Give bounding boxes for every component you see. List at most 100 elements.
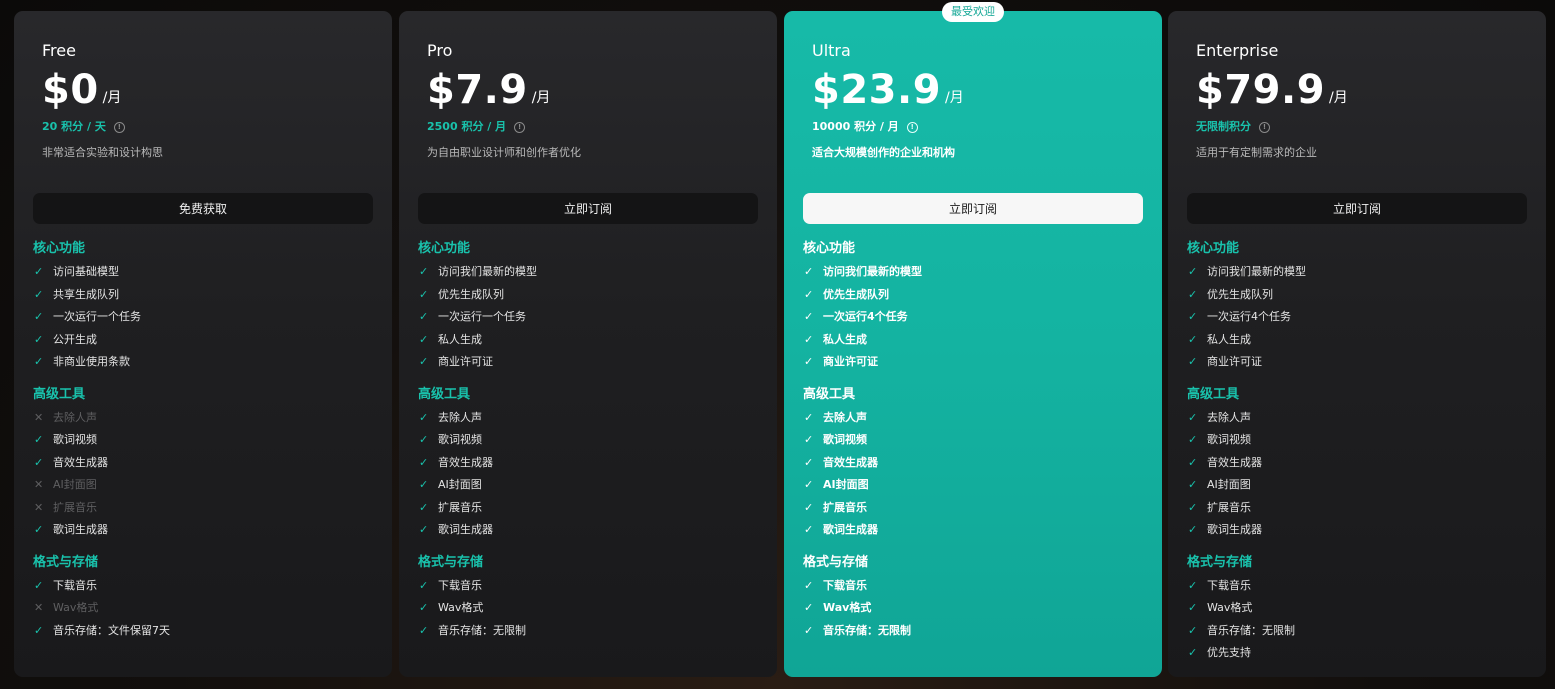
check-icon: ✓	[1188, 601, 1198, 615]
feature-section-advanced: 高级工具 ✓ 去除人声 ✓ 歌词视频 ✓ 音效生成器 ✓ AI封面图 ✓ 扩展音乐 ✓ 歌词…	[1187, 385, 1536, 542]
feature-label: AI封面图	[438, 478, 482, 492]
check-icon: ✓	[1188, 478, 1198, 492]
feature-label: 音乐存储：无限制	[438, 623, 526, 637]
feature-label: 优先支持	[1207, 646, 1251, 660]
section-title: 格式与存储	[418, 554, 484, 570]
check-icon: ✓	[34, 523, 44, 537]
check-icon: ✓	[1188, 500, 1198, 514]
section-title: 格式与存储	[1187, 554, 1253, 570]
feature-section-storage: 格式与存储 ✓ 下载音乐 ✕ Wav格式 ✓ 音乐存储：文件保留7天	[33, 553, 382, 643]
feature-label: 私人生成	[823, 332, 867, 346]
feature-label: 访问我们最新的模型	[823, 265, 922, 279]
feature-item: ✓ 扩展音乐	[418, 497, 767, 520]
feature-label: 歌词视频	[1207, 433, 1251, 447]
feature-item: ✓ Wav格式	[803, 597, 1152, 620]
feature-item: ✓ 歌词视频	[418, 429, 767, 452]
feature-label: 歌词生成器	[53, 523, 108, 537]
feature-section-storage: 格式与存储 ✓ 下载音乐 ✓ Wav格式 ✓ 音乐存储：无限制 ✓ 优先支持	[1187, 553, 1536, 665]
check-icon: ✓	[804, 455, 814, 469]
check-icon: ✓	[804, 500, 814, 514]
feature-item: ✓ 私人生成	[418, 329, 767, 352]
check-icon: ✓	[804, 332, 814, 346]
feature-item: ✓ 优先支持	[1187, 642, 1536, 665]
section-title: 高级工具	[803, 386, 856, 402]
feature-item: ✓ 商业许可证	[1187, 351, 1536, 374]
feature-item: ✓ Wav格式	[1187, 597, 1536, 620]
feature-item: ✓ Wav格式	[418, 597, 767, 620]
credits-text: 无限制积分	[1196, 120, 1251, 133]
feature-label: 商业许可证	[1207, 355, 1262, 369]
feature-label: 下载音乐	[53, 578, 97, 592]
section-title: 核心功能	[803, 241, 856, 256]
feature-label: 去除人声	[1207, 410, 1251, 424]
feature-label: 优先生成队列	[438, 287, 504, 301]
feature-label: Wav格式	[438, 601, 484, 615]
feature-item: ✓ 一次运行一个任务	[33, 306, 382, 329]
feature-list: 核心功能 ✓ 访问我们最新的模型 ✓ 优先生成队列 ✓ 一次运行4个任务 ✓ 私人生成 …	[803, 239, 1152, 653]
feature-item: ✓ 公开生成	[33, 329, 382, 352]
check-icon: ✓	[419, 578, 429, 592]
feature-label: 非商业使用条款	[53, 355, 130, 369]
feature-item: ✓ 优先生成队列	[803, 284, 1152, 307]
check-icon: ✓	[804, 410, 814, 424]
feature-label: 私人生成	[438, 332, 482, 346]
feature-label: 访问我们最新的模型	[438, 265, 537, 279]
feature-section-storage: 格式与存储 ✓ 下载音乐 ✓ Wav格式 ✓ 音乐存储：无限制	[418, 553, 767, 643]
section-title: 格式与存储	[33, 554, 99, 570]
feature-label: 一次运行一个任务	[438, 310, 526, 324]
feature-item: ✓ 歌词生成器	[1187, 519, 1536, 542]
feature-item: ✓ 私人生成	[1187, 329, 1536, 352]
check-icon: ✓	[419, 410, 429, 424]
feature-label: 歌词视频	[823, 433, 867, 447]
price-period: /月	[1329, 90, 1348, 106]
price-row: $7.9 /月	[427, 66, 550, 114]
check-icon: ✓	[804, 433, 814, 447]
feature-label: 私人生成	[1207, 332, 1251, 346]
feature-list: 核心功能 ✓ 访问基础模型 ✓ 共享生成队列 ✓ 一次运行一个任务 ✓ 公开生成 ✓ 非商…	[33, 239, 382, 653]
feature-label: 音效生成器	[1207, 455, 1262, 469]
subscribe-button[interactable]: 立即订阅	[803, 193, 1143, 224]
price-row: $0 /月	[42, 66, 121, 114]
check-icon: ✓	[804, 523, 814, 537]
feature-section-storage: 格式与存储 ✓ 下载音乐 ✓ Wav格式 ✓ 音乐存储：无限制	[803, 553, 1152, 643]
check-icon: ✓	[1188, 410, 1198, 424]
feature-item: ✓ 访问我们最新的模型	[1187, 261, 1536, 284]
cross-icon: ✕	[34, 601, 44, 615]
feature-label: AI封面图	[1207, 478, 1251, 492]
feature-label: 下载音乐	[1207, 578, 1251, 592]
feature-item-disabled: ✕ AI封面图	[33, 474, 382, 497]
feature-list: 核心功能 ✓ 访问我们最新的模型 ✓ 优先生成队列 ✓ 一次运行一个任务 ✓ 私人生成 …	[418, 239, 767, 653]
plan-price: $0	[42, 67, 99, 113]
check-icon: ✓	[419, 310, 429, 324]
feature-label: Wav格式	[53, 601, 99, 615]
get-free-button[interactable]: 免费获取	[33, 193, 373, 224]
info-icon[interactable]: !	[514, 121, 526, 133]
feature-item: ✓ AI封面图	[803, 474, 1152, 497]
plan-credits: 无限制积分 !	[1196, 120, 1270, 134]
cross-icon: ✕	[34, 500, 44, 514]
feature-item: ✓ 歌词视频	[1187, 429, 1536, 452]
info-icon[interactable]: !	[1259, 121, 1270, 133]
feature-label: 扩展音乐	[438, 500, 482, 514]
price-period: /月	[102, 90, 122, 106]
info-icon[interactable]: !	[113, 121, 125, 133]
feature-label: 去除人声	[53, 410, 97, 424]
check-icon: ✓	[419, 623, 429, 637]
subscribe-button[interactable]: 立即订阅	[418, 193, 758, 224]
feature-section-advanced: 高级工具 ✓ 去除人声 ✓ 歌词视频 ✓ 音效生成器 ✓ AI封面图 ✓ 扩展音乐 ✓ 歌词…	[418, 385, 767, 542]
info-icon[interactable]: !	[906, 121, 918, 133]
feature-label: 一次运行4个任务	[823, 310, 908, 324]
check-icon: ✓	[419, 332, 429, 346]
plan-price: $7.9	[427, 67, 528, 113]
subscribe-button[interactable]: 立即订阅	[1187, 193, 1527, 224]
check-icon: ✓	[419, 355, 429, 369]
check-icon: ✓	[804, 623, 814, 637]
feature-item: ✓ 访问我们最新的模型	[803, 261, 1152, 284]
section-title: 核心功能	[33, 241, 86, 256]
feature-label: 音效生成器	[53, 455, 108, 469]
feature-item: ✓ 一次运行一个任务	[418, 306, 767, 329]
feature-item: ✓ 音乐存储：无限制	[803, 620, 1152, 643]
feature-label: 扩展音乐	[53, 500, 97, 514]
section-title: 格式与存储	[803, 554, 869, 570]
feature-label: 扩展音乐	[1207, 500, 1251, 514]
